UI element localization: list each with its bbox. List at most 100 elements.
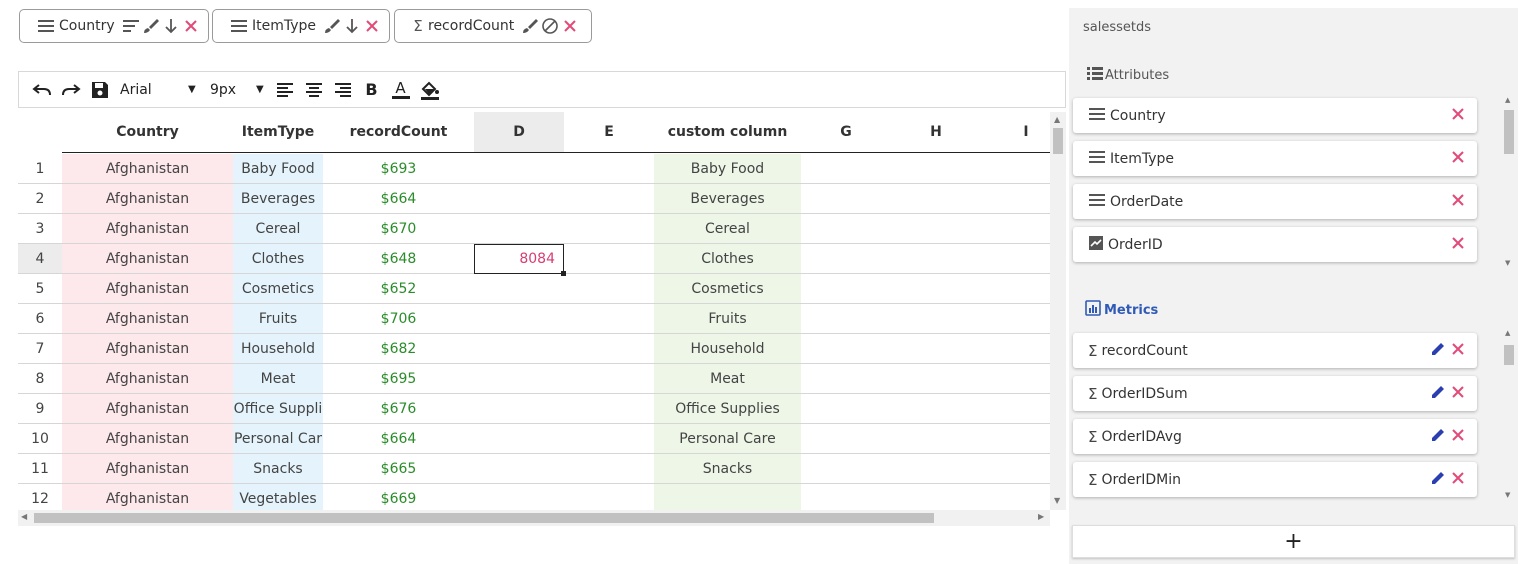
cell-custom-column[interactable]: Snacks [654, 454, 801, 483]
cell-recordcount[interactable]: $664 [323, 184, 474, 213]
cell-recordcount[interactable]: $665 [323, 454, 474, 483]
close-icon[interactable] [181, 15, 201, 37]
cell-h[interactable] [891, 364, 981, 393]
cell-g[interactable] [801, 244, 891, 273]
cell-g[interactable] [801, 184, 891, 213]
cell-g[interactable] [801, 424, 891, 453]
cell-recordcount[interactable]: $670 [323, 214, 474, 243]
cell-custom-column[interactable]: Fruits [654, 304, 801, 333]
cell-d[interactable] [474, 274, 564, 303]
chip-recordcount[interactable]: Σ recordCount [394, 9, 592, 43]
cell-recordcount[interactable]: $676 [323, 394, 474, 423]
scroll-right-icon[interactable]: ▶ [1038, 512, 1044, 521]
scroll-left-icon[interactable]: ◀ [21, 512, 27, 521]
column-header-h[interactable]: H [891, 112, 981, 153]
cell-itemtype[interactable]: Fruits [233, 304, 323, 333]
scroll-down-icon[interactable]: ▼ [1505, 259, 1510, 267]
cell-itemtype[interactable]: Cosmetics [233, 274, 323, 303]
cell-recordcount[interactable]: $664 [323, 424, 474, 453]
cell-g[interactable] [801, 484, 891, 512]
cell-e[interactable] [564, 304, 654, 333]
scroll-up-icon[interactable]: ▲ [1505, 329, 1510, 337]
cell-i[interactable] [981, 244, 1050, 273]
cell-itemtype[interactable]: Cereal [233, 214, 323, 243]
cell-h[interactable] [891, 484, 981, 512]
cell-recordcount[interactable]: $682 [323, 334, 474, 363]
cell-country[interactable]: Afghanistan [62, 364, 233, 393]
cell-e[interactable] [564, 214, 654, 243]
cell-g[interactable] [801, 334, 891, 363]
cell-h[interactable] [891, 454, 981, 483]
arrow-down-icon[interactable] [342, 15, 362, 37]
row-number[interactable]: 4 [18, 244, 62, 273]
attribute-item[interactable]: ItemType [1073, 141, 1477, 176]
cell-custom-column[interactable]: Household [654, 334, 801, 363]
spreadsheet-grid[interactable]: Country ItemType recordCount D Ecustom colum… [18, 112, 1050, 512]
block-icon[interactable] [540, 15, 560, 37]
cell-d[interactable] [474, 304, 564, 333]
cell-e[interactable] [564, 424, 654, 453]
edit-icon[interactable] [1429, 426, 1447, 448]
cell-country[interactable]: Afghanistan [62, 274, 233, 303]
metric-item[interactable]: ΣrecordCount [1073, 333, 1477, 368]
metric-item[interactable]: Σ OrderIDMin [1073, 462, 1477, 497]
cell-custom-column[interactable]: Beverages [654, 184, 801, 213]
cell-g[interactable] [801, 154, 891, 183]
attribute-item[interactable]: OrderDate [1073, 184, 1477, 219]
row-number[interactable]: 8 [18, 364, 62, 393]
cell-itemtype[interactable]: Personal Car [233, 424, 323, 453]
cell-itemtype[interactable]: Snacks [233, 454, 323, 483]
cell-d[interactable] [474, 364, 564, 393]
cell-h[interactable] [891, 154, 981, 183]
cell-itemtype[interactable]: Vegetables [233, 484, 323, 512]
sort-lines-icon[interactable] [121, 15, 141, 37]
cell-h[interactable] [891, 304, 981, 333]
close-icon[interactable] [1451, 193, 1465, 211]
cell-recordcount[interactable]: $693 [323, 154, 474, 183]
cell-e[interactable] [564, 364, 654, 393]
attribute-item[interactable]: Country [1073, 98, 1477, 133]
undo-icon[interactable] [27, 77, 56, 103]
row-number[interactable]: 2 [18, 184, 62, 213]
metric-item[interactable]: Σ OrderIDAvg [1073, 419, 1477, 454]
scroll-down-icon[interactable]: ▼ [1505, 491, 1510, 499]
close-icon[interactable] [1451, 107, 1465, 125]
row-number[interactable]: 12 [18, 484, 62, 512]
row-number[interactable]: 3 [18, 214, 62, 243]
cell-d[interactable] [474, 154, 564, 183]
cell-country[interactable]: Afghanistan [62, 154, 233, 183]
cell-i[interactable] [981, 154, 1050, 183]
cell-i[interactable] [981, 274, 1050, 303]
cell-g[interactable] [801, 394, 891, 423]
cell-i[interactable] [981, 184, 1050, 213]
row-number[interactable]: 5 [18, 274, 62, 303]
cell-custom-column[interactable]: Baby Food [654, 154, 801, 183]
cell-country[interactable]: Afghanistan [62, 394, 233, 423]
row-number[interactable]: 10 [18, 424, 62, 453]
cell-itemtype[interactable]: Clothes [233, 244, 323, 273]
cell-itemtype[interactable]: Baby Food [233, 154, 323, 183]
cell-country[interactable]: Afghanistan [62, 214, 233, 243]
grid-corner[interactable] [18, 112, 62, 153]
cell-i[interactable] [981, 364, 1050, 393]
fill-handle[interactable] [561, 271, 566, 276]
edit-icon[interactable] [1429, 340, 1447, 362]
cell-h[interactable] [891, 184, 981, 213]
cell-d[interactable] [474, 184, 564, 213]
font-size-select[interactable]: 9px ▼ [210, 82, 270, 98]
selected-cell-editor[interactable]: 8084 [474, 244, 566, 276]
column-header-i[interactable]: I [981, 112, 1050, 153]
brush-icon[interactable] [322, 15, 342, 37]
cell-h[interactable] [891, 274, 981, 303]
close-icon[interactable] [1451, 385, 1465, 403]
close-icon[interactable] [1451, 342, 1465, 360]
cell-h[interactable] [891, 214, 981, 243]
cell-i[interactable] [981, 484, 1050, 512]
arrow-down-icon[interactable] [161, 15, 181, 37]
close-icon[interactable] [362, 15, 382, 37]
align-right-icon[interactable] [328, 77, 357, 103]
column-header-recordcount[interactable]: recordCount [323, 112, 474, 153]
cell-custom-column[interactable]: Cosmetics [654, 274, 801, 303]
scroll-up-icon[interactable]: ▲ [1505, 96, 1510, 104]
cell-recordcount[interactable]: $706 [323, 304, 474, 333]
